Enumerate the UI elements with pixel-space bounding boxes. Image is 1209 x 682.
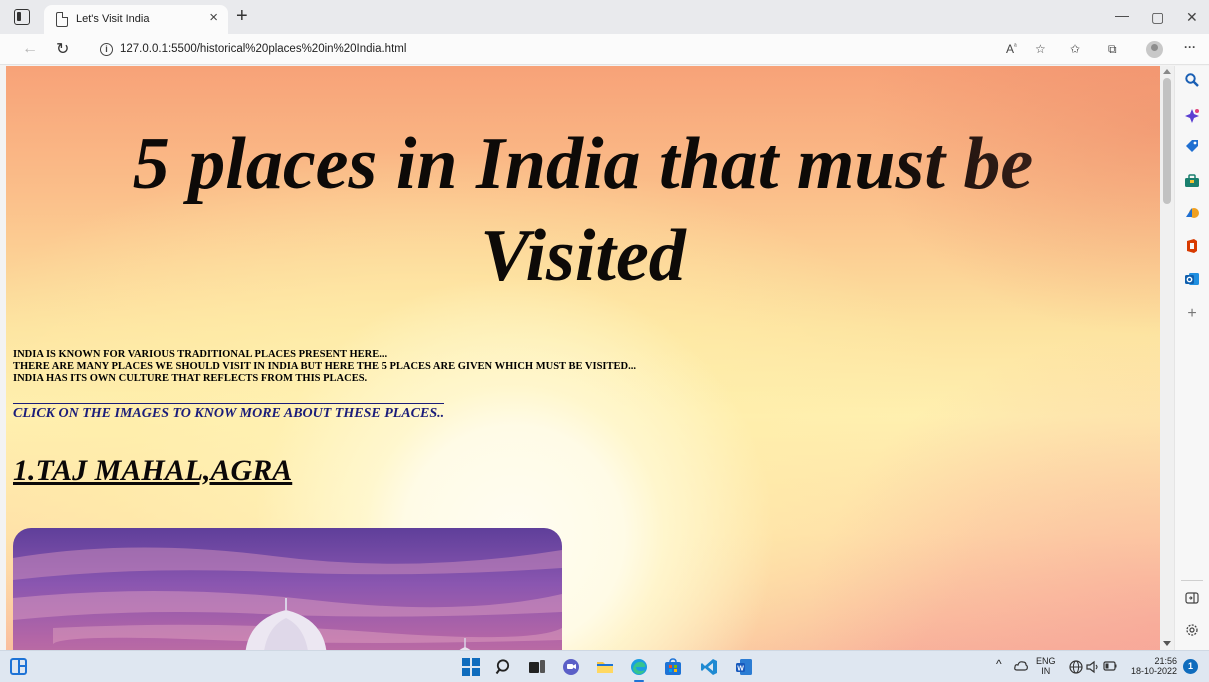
- clock-date: 18-10-2022: [1130, 666, 1177, 676]
- page-viewport: 5 places in India that must be Visited I…: [6, 66, 1160, 650]
- start-icon[interactable]: [462, 658, 480, 676]
- show-hidden-icons-chevron-icon[interactable]: ^: [996, 658, 1002, 670]
- office-icon[interactable]: [1184, 238, 1200, 254]
- intro-line: THERE ARE MANY PLACES WE SHOULD VISIT IN…: [13, 361, 636, 372]
- collections-icon[interactable]: ⧉: [1108, 42, 1117, 57]
- add-icon[interactable]: +: [1184, 306, 1200, 322]
- shopping-tag-icon[interactable]: [1184, 138, 1200, 154]
- browser-tab-bar: Let's Visit India × + — ▢ ✕: [0, 0, 1209, 34]
- back-arrow-icon[interactable]: ←: [22, 40, 38, 58]
- tools-icon[interactable]: [1184, 173, 1200, 189]
- windows-taskbar: W ^ ENG IN 21:56 18-10-2022 1: [0, 650, 1209, 682]
- widgets-icon[interactable]: [10, 658, 27, 675]
- browser-tab[interactable]: Let's Visit India ×: [44, 5, 228, 34]
- network-globe-icon[interactable]: [1069, 660, 1083, 676]
- images-info-link[interactable]: CLICK ON THE IMAGES TO KNOW MORE ABOUT T…: [13, 403, 445, 422]
- scroll-thumb[interactable]: [1163, 78, 1171, 204]
- clock-time: 21:56: [1154, 656, 1177, 666]
- volume-speaker-icon[interactable]: [1086, 660, 1100, 676]
- profile-avatar[interactable]: [1146, 41, 1163, 58]
- window-minimize-button[interactable]: —: [1115, 8, 1129, 22]
- task-view-icon[interactable]: [528, 658, 546, 676]
- address-bar-row: ← ↻ i 127.0.0.1:5500/historical%20places…: [0, 34, 1209, 65]
- edge-icon[interactable]: [630, 658, 648, 682]
- taj-mahal-image[interactable]: [13, 528, 562, 650]
- scroll-up-arrow-icon[interactable]: [1163, 69, 1171, 74]
- tab-close-button[interactable]: ×: [209, 10, 218, 26]
- intro-paragraph: INDIA IS KNOWN FOR VARIOUS TRADITIONAL P…: [13, 349, 636, 385]
- battery-icon[interactable]: [1103, 661, 1117, 673]
- page-favicon-icon: [56, 12, 68, 27]
- site-info-icon[interactable]: i: [100, 43, 113, 56]
- hide-sidebar-icon[interactable]: [1184, 590, 1200, 606]
- intro-line: INDIA HAS ITS OWN CULTURE THAT REFLECTS …: [13, 373, 368, 384]
- taj-mahal-picture: [13, 528, 562, 650]
- page-title-line-2: Visited: [480, 215, 686, 297]
- settings-icon[interactable]: [1184, 622, 1200, 638]
- scroll-down-arrow-icon[interactable]: [1163, 641, 1171, 646]
- search-icon[interactable]: [1184, 72, 1200, 88]
- region-code: IN: [1041, 666, 1051, 676]
- edge-sidebar: +: [1174, 66, 1209, 650]
- window-close-button[interactable]: ✕: [1186, 10, 1198, 24]
- language-indicator[interactable]: ENG IN: [1036, 656, 1056, 676]
- url-field[interactable]: 127.0.0.1:5500/historical%20places%20in%…: [120, 43, 406, 55]
- word-icon[interactable]: W: [735, 658, 753, 676]
- outlook-icon[interactable]: [1184, 271, 1200, 287]
- copilot-icon[interactable]: [1184, 108, 1200, 124]
- read-aloud-icon[interactable]: Aᵃ: [1006, 42, 1017, 56]
- page-title-line-1: 5 places in India that must be: [132, 123, 1034, 205]
- favorites-list-icon[interactable]: ✩: [1070, 42, 1080, 56]
- clock[interactable]: 21:56 18-10-2022: [1127, 656, 1177, 676]
- sidebar-divider: [1181, 580, 1203, 581]
- tab-title: Let's Visit India: [76, 13, 150, 25]
- teams-chat-icon[interactable]: [562, 658, 580, 676]
- file-explorer-icon[interactable]: [596, 658, 614, 676]
- more-menu-button[interactable]: ···: [1184, 40, 1196, 54]
- page-scrollbar[interactable]: [1160, 66, 1174, 650]
- place-heading-taj-mahal[interactable]: 1.TAJ MAHAL,AGRA: [13, 454, 292, 488]
- reload-icon[interactable]: ↻: [56, 39, 69, 59]
- vscode-icon[interactable]: [700, 658, 718, 676]
- search-taskbar-icon[interactable]: [495, 658, 513, 676]
- intro-line: INDIA IS KNOWN FOR VARIOUS TRADITIONAL P…: [13, 349, 388, 360]
- onedrive-cloud-icon[interactable]: [1014, 660, 1028, 674]
- store-icon[interactable]: [664, 658, 682, 676]
- language-code: ENG: [1036, 656, 1056, 666]
- svg-text:W: W: [737, 666, 744, 673]
- games-icon[interactable]: [1184, 205, 1200, 221]
- notification-badge[interactable]: 1: [1183, 659, 1198, 674]
- favorite-star-icon[interactable]: ☆: [1035, 42, 1046, 56]
- page-title: 5 places in India that must be Visited: [6, 118, 1160, 302]
- window-restore-button[interactable]: ▢: [1151, 10, 1164, 24]
- tab-actions-icon[interactable]: [14, 9, 30, 25]
- new-tab-button[interactable]: +: [236, 4, 248, 28]
